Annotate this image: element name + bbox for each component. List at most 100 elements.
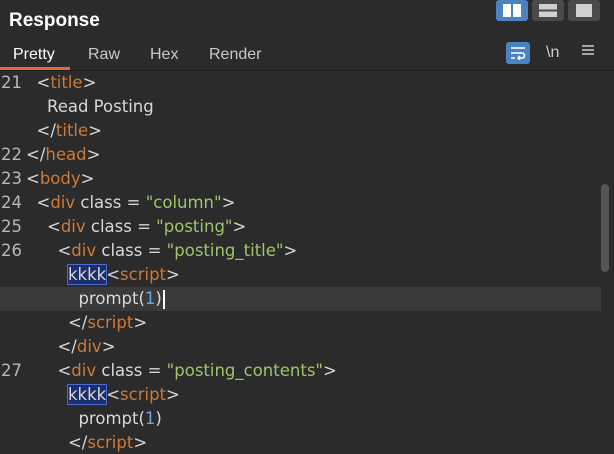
response-code-editor[interactable]: 21 <title> Read Posting </title> 22 </head… bbox=[0, 71, 614, 454]
code-token: > bbox=[101, 337, 116, 356]
split-rows-icon[interactable] bbox=[532, 0, 564, 21]
line-number: 25 bbox=[1, 217, 22, 236]
text-caret bbox=[162, 290, 165, 309]
attr-value: "posting_contents" bbox=[166, 361, 324, 380]
line-number: 21 bbox=[1, 73, 22, 92]
code-line[interactable]: 24 <div class = "column"> bbox=[0, 191, 601, 215]
code-line[interactable]: prompt(1) bbox=[0, 287, 601, 311]
tag-name: div bbox=[71, 241, 97, 260]
code-line[interactable]: 25 <div class = "posting"> bbox=[0, 215, 601, 239]
tab-raw[interactable]: Raw bbox=[88, 44, 120, 64]
code-text: Read Posting bbox=[26, 95, 154, 119]
code-line[interactable]: </title> bbox=[0, 119, 601, 143]
code-token: </ bbox=[36, 121, 56, 140]
tag-name: div bbox=[50, 193, 76, 212]
vertical-scrollbar[interactable] bbox=[601, 184, 609, 272]
tag-name: div bbox=[60, 217, 86, 236]
code-token: > bbox=[232, 217, 247, 236]
tab-render[interactable]: Render bbox=[209, 44, 261, 64]
code-text: kkkk<script> bbox=[26, 263, 180, 287]
code-token: < bbox=[106, 385, 121, 404]
code-token: > bbox=[166, 385, 180, 404]
code-token: < bbox=[26, 241, 72, 260]
code-line[interactable]: 26 <div class = "posting_title"> bbox=[0, 239, 601, 263]
code-line[interactable]: 22 </head> bbox=[0, 143, 601, 167]
code-text: <div class = "column"> bbox=[26, 191, 235, 215]
code-token: > bbox=[221, 193, 236, 212]
code-token: > bbox=[283, 241, 298, 260]
code-token: < bbox=[36, 73, 51, 92]
code-token: > bbox=[133, 313, 148, 332]
code-line[interactable]: </script> bbox=[0, 311, 601, 335]
code-token: > bbox=[80, 169, 95, 188]
code-text: prompt(1) bbox=[26, 407, 161, 431]
tag-name: title bbox=[55, 121, 89, 140]
code-text: <body> bbox=[26, 167, 94, 191]
code-text: prompt(1) bbox=[26, 287, 165, 311]
tag-name: title bbox=[50, 73, 83, 92]
tag-name: head bbox=[45, 145, 87, 164]
code-text: <div class = "posting"> bbox=[26, 215, 246, 239]
split-columns-icon[interactable] bbox=[496, 0, 528, 21]
code-line[interactable]: kkkk<script> bbox=[0, 263, 601, 287]
attr-value: "column" bbox=[145, 193, 222, 212]
code-token: prompt( bbox=[26, 409, 145, 428]
code-token: class = bbox=[96, 361, 167, 380]
tab-pretty[interactable]: Pretty bbox=[13, 44, 55, 64]
code-token: class = bbox=[96, 241, 167, 260]
code-token: < bbox=[106, 265, 121, 284]
line-number: 27 bbox=[1, 361, 22, 380]
line-number: 26 bbox=[1, 241, 22, 260]
tag-name: script bbox=[120, 385, 167, 404]
search-highlight: kkkk bbox=[66, 264, 108, 285]
code-line[interactable]: kkkk<script> bbox=[0, 383, 601, 407]
code-line[interactable]: </script> bbox=[0, 431, 601, 454]
code-line[interactable]: 21 <title> bbox=[0, 71, 601, 95]
number-literal: 1 bbox=[144, 289, 156, 308]
panel-title: Response bbox=[9, 10, 100, 31]
tag-name: div bbox=[76, 337, 102, 356]
code-text: </head> bbox=[26, 143, 100, 167]
code-token: > bbox=[133, 433, 148, 452]
code-line[interactable]: 27 <div class = "posting_contents"> bbox=[0, 359, 601, 383]
code-token: > bbox=[82, 73, 97, 92]
code-token: Read Posting bbox=[26, 97, 154, 116]
code-line[interactable]: Read Posting bbox=[0, 95, 601, 119]
code-text: </div> bbox=[26, 335, 116, 359]
code-token: < bbox=[26, 169, 40, 188]
code-token: ) bbox=[155, 289, 162, 308]
search-highlight: kkkk bbox=[66, 384, 108, 405]
code-token: class = bbox=[85, 217, 157, 236]
code-line[interactable]: prompt(1) bbox=[0, 407, 601, 431]
code-token: > bbox=[86, 145, 101, 164]
code-token: < bbox=[26, 361, 72, 380]
code-token: > bbox=[166, 265, 180, 284]
code-line[interactable]: 23 <body> bbox=[0, 167, 601, 191]
tag-name: script bbox=[120, 265, 167, 284]
code-text: </script> bbox=[26, 431, 147, 454]
number-literal: 1 bbox=[144, 409, 156, 428]
code-text: </script> bbox=[26, 311, 147, 335]
code-token: < bbox=[26, 217, 61, 236]
tag-name: script bbox=[87, 313, 134, 332]
code-text: <title> bbox=[26, 71, 97, 95]
line-number: 22 bbox=[1, 145, 22, 164]
attr-value: "posting_title" bbox=[166, 241, 284, 260]
tab-hex[interactable]: Hex bbox=[150, 44, 178, 64]
hamburger-menu-icon[interactable] bbox=[580, 42, 596, 63]
single-view-icon[interactable] bbox=[568, 0, 600, 21]
code-text: <div class = "posting_title"> bbox=[26, 239, 297, 263]
tag-name: div bbox=[71, 361, 97, 380]
code-token: > bbox=[88, 121, 102, 140]
tag-name: script bbox=[87, 433, 134, 452]
wrap-lines-icon[interactable] bbox=[506, 42, 530, 64]
attr-value: "posting" bbox=[156, 217, 233, 236]
code-token: </ bbox=[26, 145, 46, 164]
code-line[interactable]: </div> bbox=[0, 335, 601, 359]
code-text: kkkk<script> bbox=[26, 383, 180, 407]
show-newlines-button[interactable]: \n bbox=[546, 44, 559, 62]
